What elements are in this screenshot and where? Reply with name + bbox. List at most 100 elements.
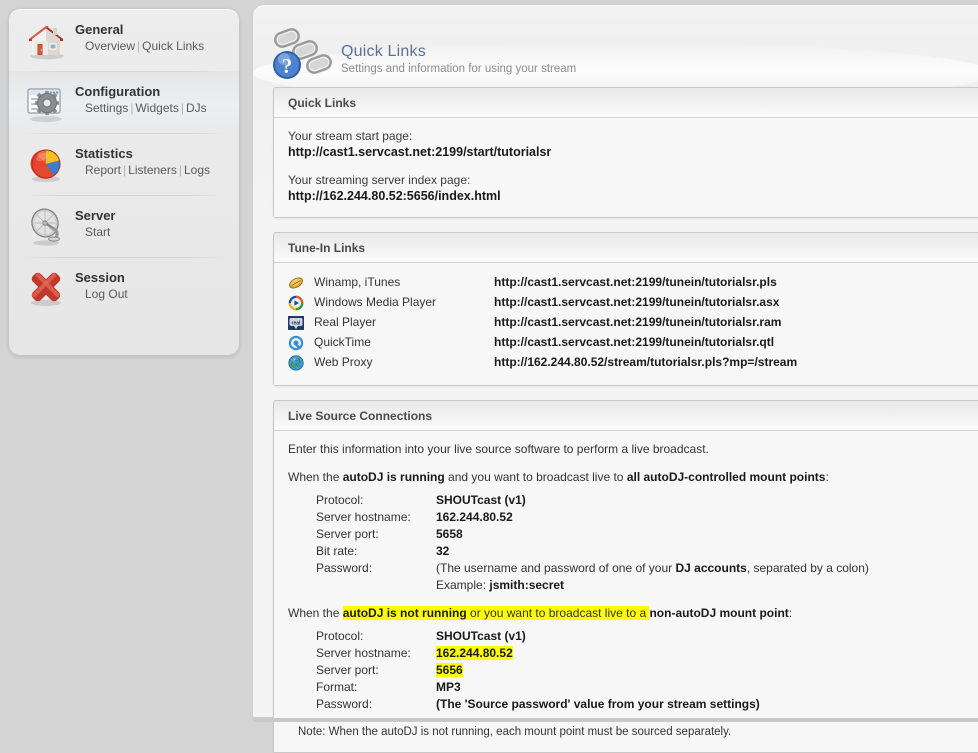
table-row[interactable]: QuickTime http://cast1.servcast.net:2199… <box>288 333 978 353</box>
live-source-intro: Enter this information into your live so… <box>288 442 709 456</box>
field-value: 5658 <box>436 527 463 541</box>
sidebar-group-configuration[interactable]: Configuration Settings | Widgets | DJs <box>9 71 239 133</box>
text-bold-non-autodj-mount-point: non-autoDJ mount point <box>649 606 789 620</box>
sidebar-group-title: Statistics <box>75 146 133 161</box>
page-subtitle: Settings and information for using your … <box>341 63 577 75</box>
field-value: 32 <box>436 544 450 558</box>
sidebar-sublinks: Overview | Quick Links <box>75 39 204 54</box>
text-bold-autodj-running: autoDJ is running <box>342 470 445 484</box>
red-x-icon <box>23 265 69 311</box>
sidebar-group-title: Server <box>75 208 116 223</box>
server-index-page-url[interactable]: http://162.244.80.52:5656/index.html <box>288 188 978 205</box>
tunein-panel-body: Winamp, iTunes http://cast1.servcast.net… <box>274 263 978 385</box>
live-source-panel-title: Live Source Connections <box>274 401 978 431</box>
winamp-icon <box>288 273 314 293</box>
tunein-player-url[interactable]: http://cast1.servcast.net:2199/tunein/tu… <box>494 333 978 353</box>
page-header: ? Quick Links Settings and information f… <box>253 5 978 87</box>
sidebar-link-quick-links[interactable]: Quick Links <box>142 39 204 53</box>
svg-text:real: real <box>292 320 302 326</box>
sidebar-group-session[interactable]: Session Log Out <box>9 257 239 319</box>
table-row[interactable]: real Real Player http://cast1.servcast.n… <box>288 313 978 333</box>
field-label: Server port: <box>316 663 379 677</box>
field-label: Server hostname: <box>316 646 411 660</box>
autodj-running-connection-table: Protocol: SHOUTcast (v1) Server hostname… <box>316 492 869 594</box>
sidebar-link-logs[interactable]: Logs <box>184 163 210 177</box>
quick-links-panel: Quick Links Your stream start page: http… <box>273 87 978 218</box>
table-row: Password: (The username and password of … <box>316 560 869 577</box>
quicktime-icon <box>288 333 314 353</box>
sidebar-sublinks: Log Out <box>75 287 128 302</box>
stream-start-page-label: Your stream start page: <box>288 129 413 143</box>
field-value-text: MP3 <box>436 680 461 694</box>
field-value-text: SHOUTcast (v1) <box>436 629 526 643</box>
tunein-player-name: Real Player <box>314 315 377 329</box>
text-bold-mount-points: all autoDJ-controlled mount points <box>626 470 826 484</box>
sidebar-link-settings[interactable]: Settings <box>85 101 128 115</box>
tunein-links-panel: Tune-In Links Winamp, iTunes http://cast… <box>273 232 978 386</box>
example-value: jsmith:secret <box>489 578 565 592</box>
tunein-panel-title: Tune-In Links <box>274 233 978 263</box>
tunein-player-name: Windows Media Player <box>314 295 437 309</box>
globe-icon <box>288 353 314 373</box>
field-label: Protocol: <box>316 493 364 507</box>
table-row: Server hostname: 162.244.80.52 <box>316 509 869 526</box>
stream-start-page-url[interactable]: http://cast1.servcast.net:2199/start/tut… <box>288 144 978 161</box>
text-bold-autodj-not-running-highlighted: autoDJ is not running <box>342 606 467 620</box>
field-value: 162.244.80.52 <box>436 645 760 662</box>
svg-text:?: ? <box>282 54 293 78</box>
field-value-password: (The username and password of one of you… <box>436 560 869 577</box>
sidebar-link-overview[interactable]: Overview <box>85 39 135 53</box>
sidebar-group-general[interactable]: General Overview | Quick Links <box>9 9 239 71</box>
tunein-player-url[interactable]: http://cast1.servcast.net:2199/tunein/tu… <box>494 313 978 333</box>
field-value: (The 'Source password' value from your s… <box>436 696 760 713</box>
field-value: 5656 <box>436 662 760 679</box>
text-middle: and you want to broadcast live to <box>444 470 627 484</box>
field-label: Server hostname: <box>316 510 411 524</box>
pie-chart-icon <box>23 141 69 187</box>
tunein-player-url[interactable]: http://cast1.servcast.net:2199/tunein/tu… <box>494 293 978 313</box>
sidebar-link-log-out[interactable]: Log Out <box>85 287 128 301</box>
text-suffix: : <box>825 470 829 484</box>
sidebar-group-server[interactable]: Server Start <box>9 195 239 257</box>
window-gear-icon <box>23 79 69 125</box>
field-label: Server port: <box>316 527 379 541</box>
field-label: Protocol: <box>316 629 364 643</box>
tunein-player-name: QuickTime <box>314 335 371 349</box>
autodj-running-heading: When the autoDJ is running and you want … <box>288 469 978 486</box>
field-value-text-highlighted: 162.244.80.52 <box>436 646 513 660</box>
password-post-text: , separated by a colon) <box>746 561 869 575</box>
sidebar-group-statistics[interactable]: Statistics Report | Listeners | Logs <box>9 133 239 195</box>
tunein-player-url[interactable]: http://cast1.servcast.net:2199/tunein/tu… <box>494 273 978 293</box>
table-row: Example: jsmith:secret <box>316 577 869 594</box>
table-row: Protocol: SHOUTcast (v1) <box>316 628 760 645</box>
table-row[interactable]: Winamp, iTunes http://cast1.servcast.net… <box>288 273 978 293</box>
sidebar-link-start[interactable]: Start <box>85 225 110 239</box>
wmp-icon <box>288 293 314 313</box>
text-suffix: : <box>788 606 793 620</box>
example-label: Example: <box>436 578 490 592</box>
text-prefix: When the <box>288 606 343 620</box>
quick-links-panel-body: Your stream start page: http://cast1.ser… <box>274 118 978 217</box>
live-source-panel-body: Enter this information into your live so… <box>274 431 978 752</box>
field-label-empty <box>316 577 436 594</box>
server-index-page-label: Your streaming server index page: <box>288 173 471 187</box>
sidebar-sublinks: Settings | Widgets | DJs <box>75 101 207 116</box>
text-middle: or you want to broadcast live to a <box>466 606 650 620</box>
field-value-text-highlighted: 5656 <box>436 663 463 677</box>
field-label: Format: <box>316 680 358 694</box>
sidebar-link-listeners[interactable]: Listeners <box>128 163 177 177</box>
text-prefix: When the <box>288 470 343 484</box>
live-source-note: Note: When the autoDJ is not running, ea… <box>298 726 732 738</box>
field-value: SHOUTcast (v1) <box>436 493 526 507</box>
tunein-player-name: Winamp, iTunes <box>314 275 401 289</box>
sidebar-link-widgets[interactable]: Widgets <box>135 101 178 115</box>
tunein-player-url[interactable]: http://162.244.80.52/stream/tutorialsr.p… <box>494 353 978 373</box>
table-row[interactable]: Web Proxy http://162.244.80.52/stream/tu… <box>288 353 978 373</box>
sidebar-link-djs[interactable]: DJs <box>186 101 207 115</box>
table-row[interactable]: Windows Media Player http://cast1.servca… <box>288 293 978 313</box>
sidebar-link-report[interactable]: Report <box>85 163 121 177</box>
table-row: Protocol: SHOUTcast (v1) <box>316 492 869 509</box>
table-row: Format: MP3 <box>316 679 760 696</box>
field-value-example: Example: jsmith:secret <box>436 577 869 594</box>
autodj-not-running-connection-table: Protocol: SHOUTcast (v1) Server hostname… <box>316 628 760 713</box>
